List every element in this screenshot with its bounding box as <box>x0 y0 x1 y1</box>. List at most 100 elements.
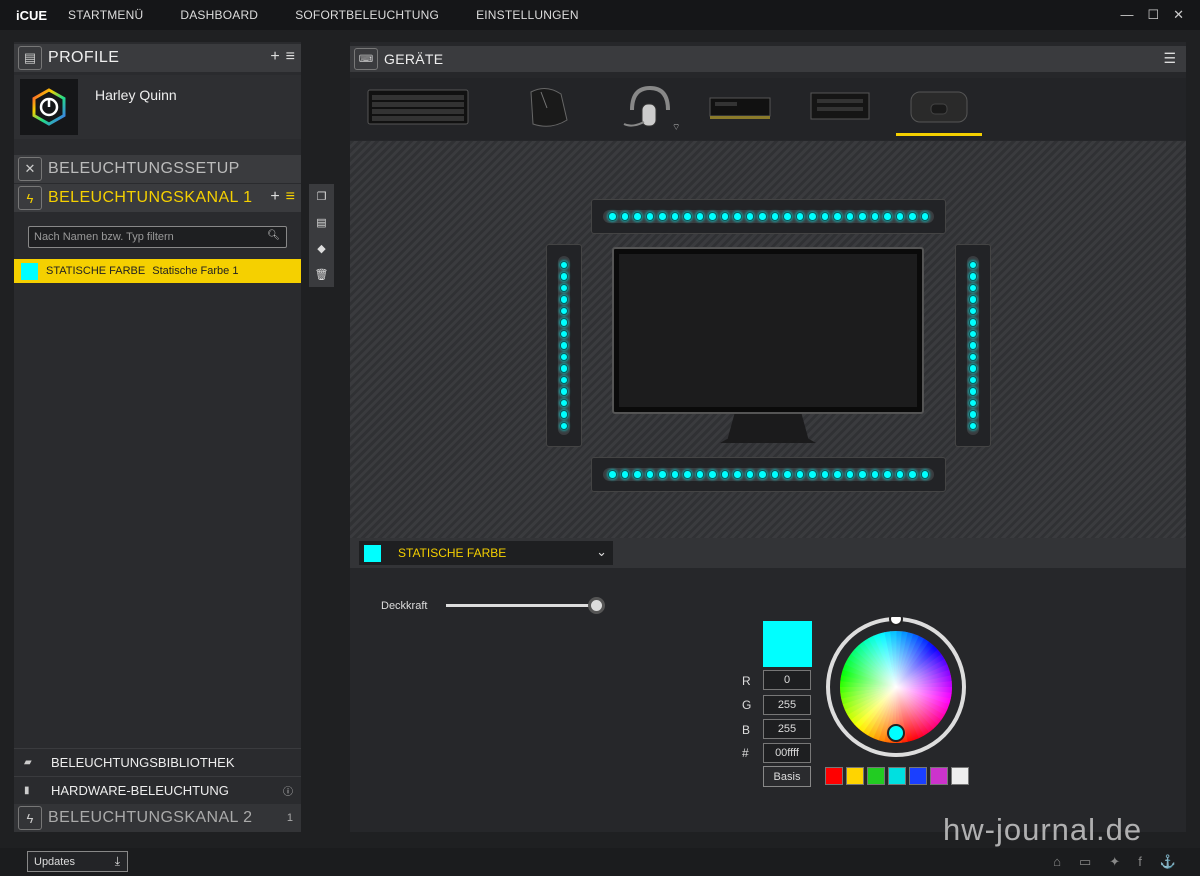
nav-instant-lighting[interactable]: SOFORTBELEUCHTUNG <box>295 8 439 22</box>
effect-type-bar: STATISCHE FARBE ⌄ <box>350 538 1186 568</box>
preset-swatch[interactable] <box>951 767 969 785</box>
hue-handle[interactable] <box>887 724 905 742</box>
nav-startmenu[interactable]: STARTMENÜ <box>68 8 143 22</box>
preset-swatch[interactable] <box>825 767 843 785</box>
preset-swatch[interactable] <box>846 767 864 785</box>
paste-icon[interactable]: ▤ <box>316 216 326 229</box>
add-effect-icon[interactable]: + <box>270 188 279 206</box>
device-headset[interactable]: ⌔ <box>615 82 685 132</box>
device-mouse[interactable] <box>518 82 574 132</box>
led <box>683 212 692 221</box>
effect-type-dropdown[interactable]: STATISCHE FARBE ⌄ <box>359 541 613 565</box>
g-label: G <box>742 698 752 712</box>
led <box>745 212 754 221</box>
updates-button[interactable]: Updates ⤓ <box>27 851 128 872</box>
led <box>870 470 879 479</box>
facebook-icon[interactable]: f <box>1138 854 1142 870</box>
basis-button[interactable]: Basis <box>763 766 811 787</box>
profile-menu-icon[interactable]: ≡ <box>286 48 295 66</box>
device-memory[interactable] <box>708 82 772 132</box>
preset-swatch[interactable] <box>930 767 948 785</box>
opacity-slider-thumb[interactable] <box>588 597 605 614</box>
lighting-library-label: BELEUCHTUNGSBIBLIOTHEK <box>51 754 235 770</box>
hex-input[interactable]: 00ffff <box>763 743 811 763</box>
maximize-icon[interactable]: ☐ <box>1147 7 1159 23</box>
top-nav: STARTMENÜ DASHBOARD SOFORTBELEUCHTUNG EI… <box>68 8 616 22</box>
lightning-icon: ϟ <box>18 186 42 210</box>
led <box>833 470 842 479</box>
channel1-header[interactable]: ϟ BELEUCHTUNGSKANAL 1 + ≡ <box>14 184 301 212</box>
delete-icon[interactable]: 🗑︎ <box>315 268 329 281</box>
led <box>770 212 779 221</box>
led <box>695 212 704 221</box>
profile-icon: ▤ <box>18 46 42 70</box>
preset-swatch[interactable] <box>909 767 927 785</box>
app-logo: iCUE <box>16 7 48 23</box>
info-icon[interactable]: ⓘ <box>283 783 293 798</box>
brightness-handle[interactable] <box>889 617 903 626</box>
lighting-library-row[interactable]: ▰ BELEUCHTUNGSBIBLIOTHEK <box>14 748 301 775</box>
led <box>968 272 978 281</box>
led <box>695 470 704 479</box>
device-controller[interactable] <box>808 82 872 132</box>
led <box>833 212 842 221</box>
corsair-icon[interactable]: ⚓ <box>1160 854 1176 870</box>
channel2-header[interactable]: ϟ BELEUCHTUNGSKANAL 2 1 <box>14 804 301 832</box>
effect-list-item[interactable]: STATISCHE FARBE Statische Farbe 1 <box>14 259 301 283</box>
led-strip-left[interactable] <box>546 244 582 447</box>
nav-settings[interactable]: EINSTELLUNGEN <box>476 8 579 22</box>
minimize-icon[interactable]: — <box>1120 7 1133 23</box>
r-input[interactable]: 0 <box>763 670 811 690</box>
color-preview <box>763 621 812 667</box>
basis-label: Basis <box>773 770 801 783</box>
devices-menu-icon[interactable]: ☰ <box>1163 50 1176 67</box>
headset-icon: ⌔ <box>623 85 680 132</box>
led <box>559 306 569 316</box>
led <box>708 470 717 479</box>
devices-header: ⌨ GERÄTE ☰ <box>350 46 1186 72</box>
profile-row[interactable]: Harley Quinn <box>14 75 301 139</box>
lighting-setup-header[interactable]: ✕ BELEUCHTUNGSSETUP <box>14 155 301 183</box>
preset-swatch[interactable] <box>888 767 906 785</box>
add-profile-icon[interactable]: + <box>270 48 279 66</box>
nav-dashboard[interactable]: DASHBOARD <box>180 8 258 22</box>
led <box>620 212 629 221</box>
b-input[interactable]: 255 <box>763 719 811 739</box>
network-icon[interactable]: ⌂ <box>1053 854 1061 870</box>
color-wheel[interactable] <box>826 617 966 757</box>
search-icon: 🔍︎ <box>267 230 280 241</box>
profile-name: Harley Quinn <box>95 87 177 103</box>
led <box>820 212 829 221</box>
led <box>733 212 742 221</box>
b-label: B <box>742 723 751 737</box>
opacity-slider[interactable] <box>446 597 605 614</box>
copy-icon[interactable]: ❐ <box>317 190 327 203</box>
svg-text:⌔: ⌔ <box>672 122 680 132</box>
move-icon[interactable]: ◆ <box>317 242 325 255</box>
twitter-icon[interactable]: ✦ <box>1109 854 1120 870</box>
led <box>968 283 978 293</box>
led <box>559 375 569 385</box>
led-strip-right[interactable] <box>955 244 991 447</box>
led <box>968 410 978 419</box>
chip-icon: ▮ <box>24 784 30 796</box>
chat-icon[interactable]: ▭ <box>1079 854 1091 870</box>
g-input[interactable]: 255 <box>763 695 811 715</box>
channel1-title: BELEUCHTUNGSKANAL 1 <box>48 189 253 206</box>
preset-swatch[interactable] <box>867 767 885 785</box>
devices-title: GERÄTE <box>384 51 444 67</box>
search-input[interactable]: Nach Namen bzw. Typ filtern 🔍︎ <box>28 226 287 248</box>
device-lighting-node[interactable] <box>896 82 982 136</box>
led <box>968 295 978 304</box>
led-strip-bottom[interactable] <box>591 457 946 492</box>
led <box>968 421 978 431</box>
device-keyboard[interactable] <box>366 82 470 132</box>
led <box>645 212 654 221</box>
hardware-lighting-row[interactable]: ▮ HARDWARE-BELEUCHTUNG ⓘ <box>14 776 301 803</box>
led-strip-top[interactable] <box>591 199 946 234</box>
close-icon[interactable]: ✕ <box>1173 7 1184 23</box>
led <box>658 212 667 221</box>
channel1-menu-icon[interactable]: ≡ <box>286 188 295 206</box>
led-strip-bottom-leds <box>603 468 934 481</box>
lighting-node-icon <box>910 91 968 123</box>
